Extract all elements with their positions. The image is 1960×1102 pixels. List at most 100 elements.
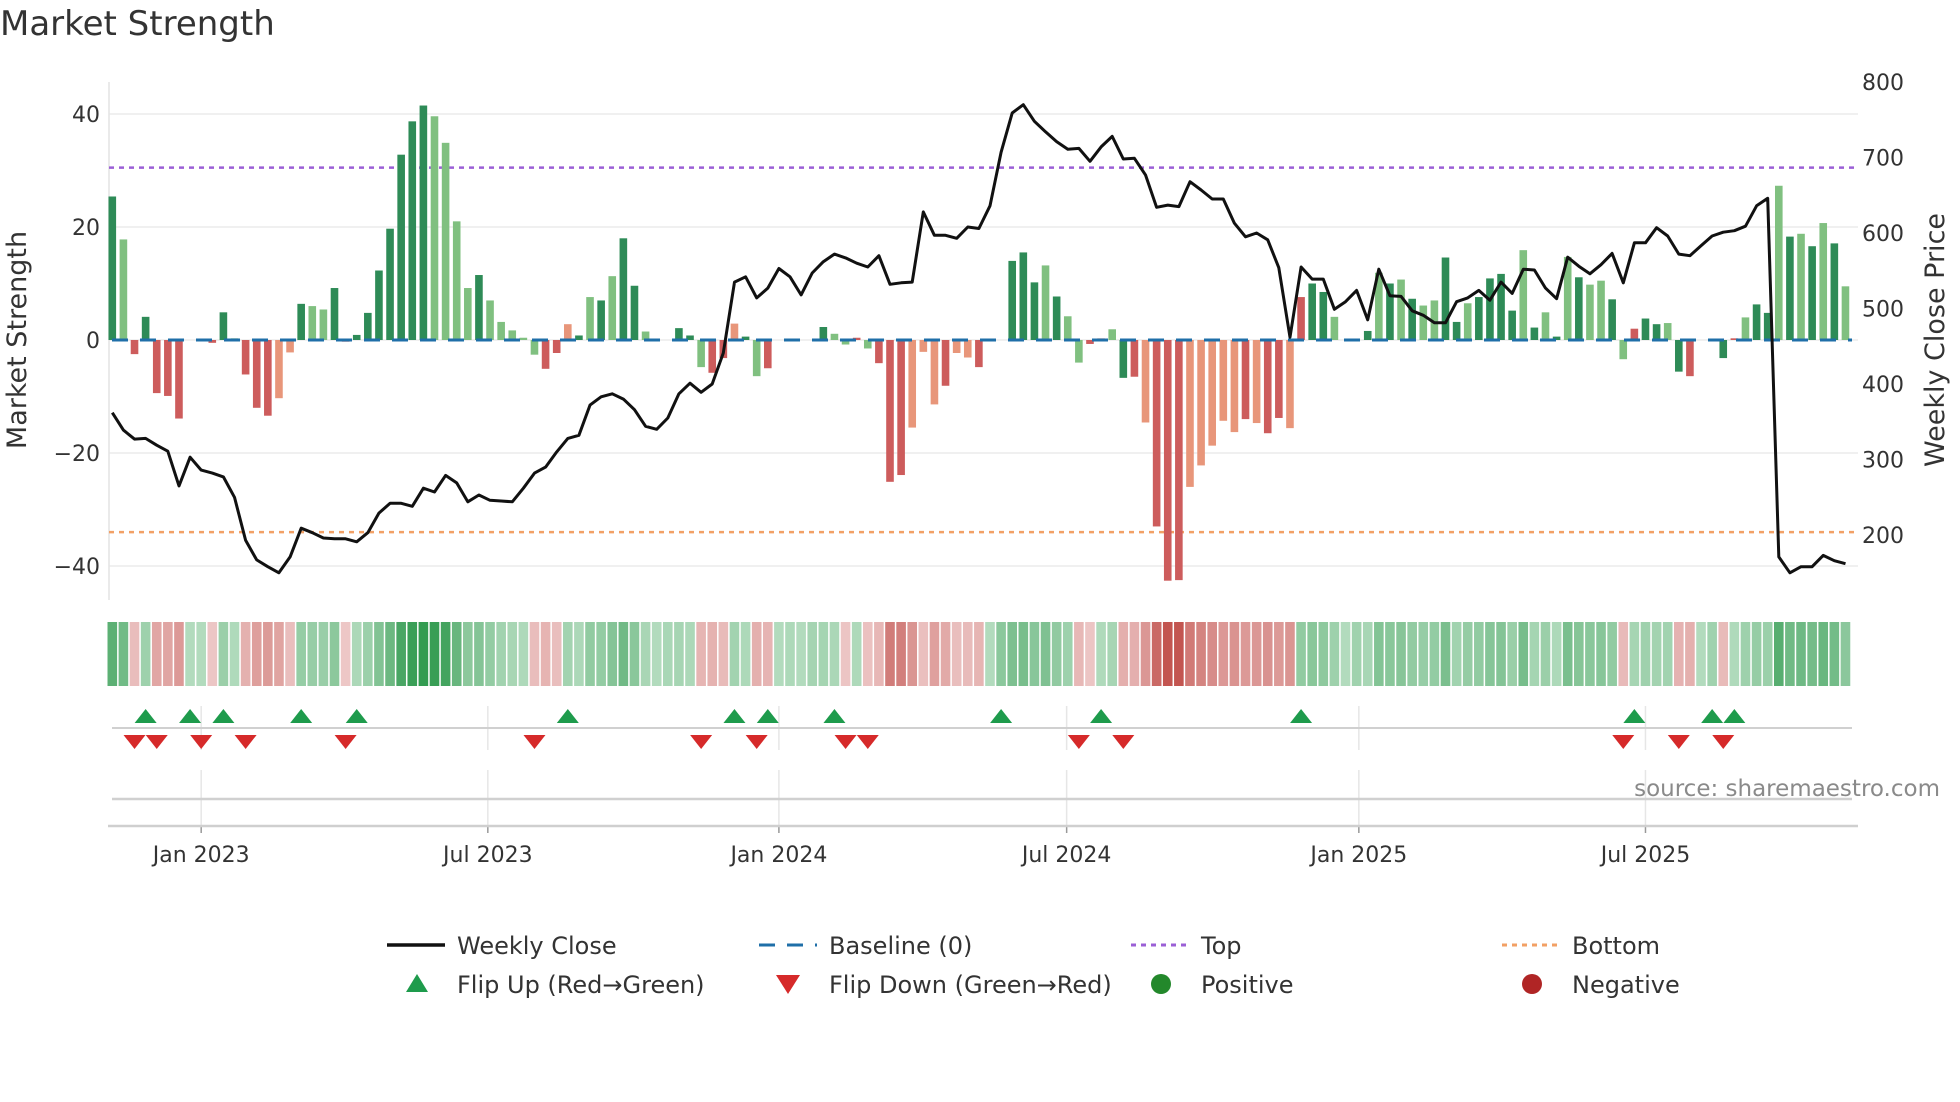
heatmap-cell [1285,622,1295,686]
strength-bar [286,340,294,353]
strength-bar [141,316,150,340]
heatmap-cell [451,622,462,686]
heatmap-cell [640,622,651,686]
heatmap-cell [1207,622,1217,686]
heatmap-cell [951,622,962,686]
strength-bar [1675,340,1683,372]
heatmap-cell [940,622,951,686]
heatmap-cell [796,622,806,686]
heatmap-cell [1540,622,1551,686]
flip-up-marker [823,709,846,723]
strength-bar [1641,318,1650,340]
heatmap-cell [1585,622,1595,686]
y-tick-label: 0 [86,329,100,354]
flip-up-marker [556,709,579,723]
heatmap-cell [918,622,929,686]
heatmap-cell [1485,622,1495,686]
heatmap-cell [996,622,1006,686]
y-tick-label: 40 [72,103,100,128]
strength-bar [1575,277,1583,340]
heatmap-cell [1829,622,1840,686]
heatmap-cell [1596,622,1606,686]
heatmap-cell [1662,622,1673,686]
heatmap-cell [751,622,762,686]
x-tick-label: Jul 2024 [1020,843,1112,868]
heatmap-cell [729,622,740,686]
heatmap-cell [807,622,818,686]
strength-bar [530,340,539,355]
strength-bar [1663,323,1672,340]
strength-bar [1619,340,1628,360]
heatmap-cell [1307,622,1317,686]
legend-label: Flip Up (Red→Green) [457,971,705,999]
flip-up-marker [1290,709,1313,723]
heatmap-cell [1529,622,1540,686]
strength-bar [1652,324,1661,340]
heatmap-cell [418,622,429,686]
strength-bar [597,300,605,340]
strength-bar [352,334,361,340]
strength-bar [119,239,128,340]
strength-bar [630,285,639,340]
strength-bar [1152,340,1161,527]
flip-up-marker [1623,709,1646,723]
heatmap-cell [974,622,984,686]
strength-bar [241,340,250,375]
heatmap-cell [251,622,262,686]
legend-circle-icon [1522,974,1542,994]
strength-bar [552,340,561,353]
strength-bar [541,340,550,369]
heatmap-cell [718,622,729,686]
strength-bar [919,340,928,352]
heatmap-cell [1185,622,1195,686]
strength-bar [1063,316,1072,340]
flip-up-marker [1701,709,1724,723]
legend-label: Flip Down (Green→Red) [829,971,1112,999]
heatmap-cell [1174,622,1184,686]
x-tick-label: Jan 2025 [1308,843,1407,868]
heatmap-cell [1040,622,1051,686]
strength-bar [175,340,183,419]
heatmap-cell [118,622,129,686]
heatmap-cell [174,622,184,686]
heatmap-cell [1007,622,1018,686]
heatmap-cell [1085,622,1095,686]
heatmap-cell [1574,622,1584,686]
strength-bar [1075,340,1083,363]
y2-tick-label: 700 [1862,147,1904,172]
y-tick-label: 20 [72,216,100,241]
heatmap-cell [1496,622,1506,686]
strength-bar [1141,340,1150,423]
heatmap-cell [618,622,629,686]
strength-bar [452,221,461,340]
strength-bar [963,340,972,358]
strength-bar [1519,250,1528,340]
strength-bar [1541,312,1550,340]
legend-item-flip-up-red-green: Flip Up (Red→Green) [406,971,705,999]
heatmap-cell [929,622,940,686]
strength-bar [575,335,583,340]
heatmap-cell [1140,622,1151,686]
heatmap-cell [1385,622,1395,686]
heatmap-cell [240,622,251,686]
strength-bar [941,340,950,386]
strength-bar [1463,303,1472,340]
heatmap-cell [1429,622,1440,686]
flip-up-marker [1090,709,1113,723]
strength-bar [1452,321,1461,340]
x-tick-label: Jan 2024 [728,843,827,868]
heatmap-cell [1707,622,1717,686]
heatmap-cell [1407,622,1417,686]
x-tick-label: Jul 2025 [1599,843,1691,868]
strength-bar [1797,233,1805,340]
heatmap-cell [1718,622,1729,686]
heatmap-cell [474,622,484,686]
flip-up-marker [1723,709,1746,723]
heatmap-cell [1674,622,1684,686]
heatmap-cell [696,622,706,686]
heatmap-cell [1507,622,1517,686]
heatmap-cell [1351,622,1362,686]
strength-bar [708,340,717,373]
heatmap-cell [574,622,584,686]
flip-up-marker [290,709,313,723]
